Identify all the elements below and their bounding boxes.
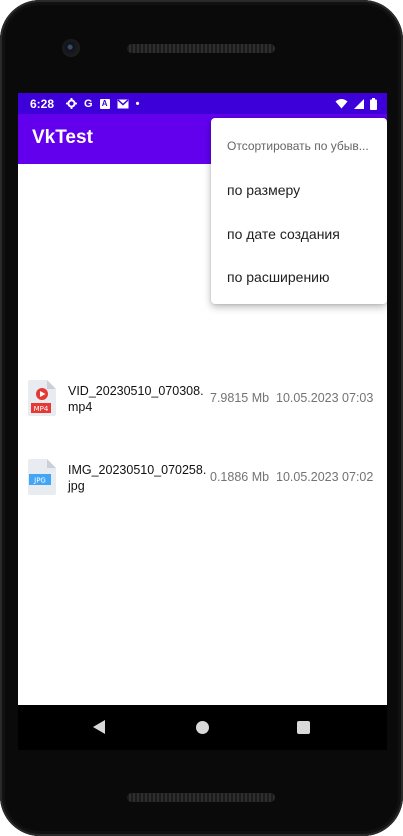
file-size: 0.1886 Mb [210, 470, 270, 484]
recents-icon[interactable] [297, 721, 310, 734]
wifi-icon [335, 99, 348, 109]
image-file-icon: JPG [28, 459, 56, 495]
back-icon[interactable] [93, 720, 105, 734]
file-row[interactable]: MP4 VID_20230510_070308.mp4 7.9815 Mb 10… [18, 377, 387, 427]
file-date: 10.05.2023 07:03 [276, 391, 374, 405]
bottom-speaker [127, 793, 275, 802]
sort-by-creation-date-item[interactable]: по дате создания [227, 226, 379, 242]
phone-frame: 6:28 G A • VkTest MP4 VID_20230510_07030… [0, 0, 403, 836]
navigation-bar [18, 705, 387, 750]
app-screen: 6:28 G A • VkTest MP4 VID_20230510_07030… [18, 93, 387, 705]
sort-by-size-item[interactable]: по размеру [227, 182, 379, 198]
gmail-icon [117, 98, 129, 108]
sort-menu-header[interactable]: Отсортировать по убыв... [227, 139, 379, 153]
sort-by-extension-item[interactable]: по расширению [227, 269, 379, 285]
svg-text:MP4: MP4 [34, 405, 49, 413]
dot-icon: • [135, 97, 140, 110]
sort-popup-menu: Отсортировать по убыв... по размеру по д… [211, 118, 387, 304]
front-camera [62, 39, 80, 57]
video-file-icon: MP4 [28, 380, 56, 416]
file-date: 10.05.2023 07:02 [276, 470, 374, 484]
svg-text:JPG: JPG [33, 477, 46, 485]
gear-icon [66, 98, 78, 109]
status-bar: 6:28 G A • [18, 93, 387, 114]
top-speaker [127, 44, 275, 53]
file-size: 7.9815 Mb [210, 391, 270, 405]
battery-icon [370, 97, 377, 110]
file-name: IMG_20230510_070258.jpg [68, 463, 207, 493]
file-row[interactable]: JPG IMG_20230510_070258.jpg 0.1886 Mb 10… [18, 456, 387, 506]
app-title: VkTest [32, 127, 93, 148]
status-time: 6:28 [30, 96, 55, 111]
google-g-icon: G [84, 97, 93, 110]
file-name: VID_20230510_070308.mp4 [68, 384, 204, 414]
cell-signal-icon [354, 98, 364, 109]
home-icon[interactable] [196, 721, 209, 734]
a-badge-icon: A [99, 98, 110, 109]
